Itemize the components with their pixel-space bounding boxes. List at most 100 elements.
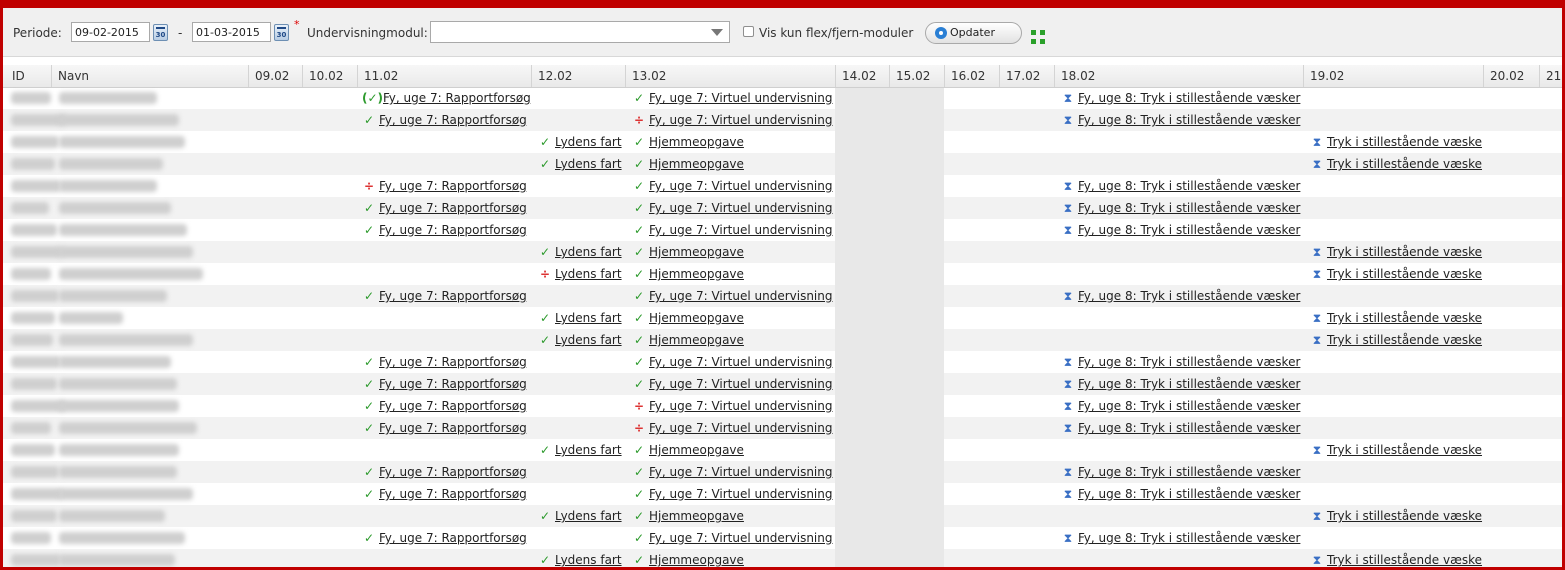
lesson-link[interactable]: Fy, uge 7: Rapportforsøg (379, 531, 527, 545)
lesson-link[interactable]: Lydens fart (555, 443, 622, 457)
lesson-link[interactable]: Fy, uge 7: Rapportforsøg (383, 91, 531, 105)
lesson-link[interactable]: Fy, uge 7: Virtuel undervisning (649, 531, 833, 545)
lesson-cell: ✓ Fy, uge 7: Rapportforsøg (362, 417, 527, 439)
lesson-link[interactable]: Tryk i stillestående væske (1327, 553, 1482, 567)
lesson-link[interactable]: Fy, uge 7: Virtuel undervisning (649, 289, 833, 303)
column-header-d1302[interactable]: 13.02 (625, 65, 835, 87)
calendar-from-icon[interactable]: 30 (153, 24, 168, 41)
lesson-link[interactable]: Fy, uge 7: Virtuel undervisning (649, 201, 833, 215)
date-from-input[interactable] (71, 22, 150, 42)
lesson-link[interactable]: Fy, uge 8: Tryk i stillestående væsker (1078, 399, 1300, 413)
lesson-link[interactable]: Hjemmeopgave (649, 443, 744, 457)
lesson-link[interactable]: Fy, uge 7: Rapportforsøg (379, 465, 527, 479)
lesson-link[interactable]: Fy, uge 8: Tryk i stillestående væsker (1078, 421, 1300, 435)
lesson-link[interactable]: Fy, uge 7: Rapportforsøg (379, 179, 527, 193)
lesson-link[interactable]: Lydens fart (555, 135, 622, 149)
lesson-link[interactable]: Fy, uge 8: Tryk i stillestående væsker (1078, 355, 1300, 369)
lesson-link[interactable]: Fy, uge 7: Rapportforsøg (379, 487, 527, 501)
column-header-d1402[interactable]: 14.02 (835, 65, 889, 87)
lesson-link[interactable]: Hjemmeopgave (649, 311, 744, 325)
lesson-link[interactable]: Hjemmeopgave (649, 509, 744, 523)
lesson-link[interactable]: Fy, uge 7: Rapportforsøg (379, 223, 527, 237)
flex-only-label[interactable]: Vis kun flex/fjern-moduler (759, 26, 913, 40)
lesson-link[interactable]: Fy, uge 8: Tryk i stillestående væsker (1078, 179, 1300, 193)
lesson-link[interactable]: Hjemmeopgave (649, 333, 744, 347)
column-header-name[interactable]: Navn (51, 65, 248, 87)
lesson-link[interactable]: Tryk i stillestående væske (1327, 157, 1482, 171)
divide-icon: ÷ (363, 179, 375, 193)
column-header-d1102[interactable]: 11.02 (357, 65, 531, 87)
lesson-link[interactable]: Hjemmeopgave (649, 553, 744, 567)
lesson-link[interactable]: Fy, uge 8: Tryk i stillestående væsker (1078, 531, 1300, 545)
lesson-link[interactable]: Lydens fart (555, 157, 622, 171)
flex-only-checkbox[interactable] (743, 26, 754, 37)
collapse-arrows-icon[interactable] (1031, 30, 1045, 44)
lesson-link[interactable]: Tryk i stillestående væske (1327, 245, 1482, 259)
lesson-link[interactable]: Hjemmeopgave (649, 267, 744, 281)
column-header-d2102[interactable]: 21. (1539, 65, 1562, 87)
lesson-link[interactable]: Fy, uge 8: Tryk i stillestående væsker (1078, 487, 1300, 501)
column-header-d1202[interactable]: 12.02 (531, 65, 625, 87)
lesson-link[interactable]: Fy, uge 8: Tryk i stillestående væsker (1078, 377, 1300, 391)
lesson-link[interactable]: Lydens fart (555, 333, 622, 347)
lesson-link[interactable]: Fy, uge 7: Virtuel undervisning (649, 91, 833, 105)
lesson-link[interactable]: Fy, uge 7: Virtuel undervisning (649, 179, 833, 193)
lesson-cell: ⧗ Tryk i stillestående væske (1310, 307, 1482, 329)
column-header-d1702[interactable]: 17.02 (999, 65, 1054, 87)
lesson-link[interactable]: Tryk i stillestående væske (1327, 135, 1482, 149)
update-button[interactable]: Opdater (925, 22, 1022, 44)
lesson-link[interactable]: Fy, uge 8: Tryk i stillestående væsker (1078, 465, 1300, 479)
lesson-link[interactable]: Tryk i stillestående væske (1327, 311, 1482, 325)
student-id-redacted (11, 202, 49, 214)
lesson-link[interactable]: Tryk i stillestående væske (1327, 443, 1482, 457)
lesson-link[interactable]: Lydens fart (555, 245, 622, 259)
lesson-link[interactable]: Fy, uge 7: Rapportforsøg (379, 421, 527, 435)
lesson-link[interactable]: Fy, uge 7: Rapportforsøg (379, 113, 527, 127)
lesson-link[interactable]: Hjemmeopgave (649, 157, 744, 171)
lesson-link[interactable]: Fy, uge 8: Tryk i stillestående væsker (1078, 91, 1300, 105)
lesson-link[interactable]: Fy, uge 7: Rapportforsøg (379, 289, 527, 303)
lesson-link[interactable]: Tryk i stillestående væske (1327, 509, 1482, 523)
lesson-link[interactable]: Fy, uge 8: Tryk i stillestående væsker (1078, 289, 1300, 303)
lesson-link[interactable]: Fy, uge 8: Tryk i stillestående væsker (1078, 223, 1300, 237)
lesson-link[interactable]: Lydens fart (555, 267, 622, 281)
lesson-link[interactable]: Fy, uge 7: Rapportforsøg (379, 399, 527, 413)
column-header-d1602[interactable]: 16.02 (944, 65, 999, 87)
schedule-grid: ID Navn 09.02 10.02 11.02 12.02 13.02 14.02 15.0… (3, 65, 1562, 567)
module-select[interactable] (430, 21, 730, 43)
lesson-link[interactable]: Fy, uge 8: Tryk i stillestående væsker (1078, 201, 1300, 215)
column-header-d0902[interactable]: 09.02 (248, 65, 302, 87)
lesson-link[interactable]: Fy, uge 7: Virtuel undervisning (649, 377, 833, 391)
column-header-id[interactable]: ID (6, 65, 51, 87)
check-icon: ✓ (539, 553, 551, 567)
lesson-link[interactable]: Lydens fart (555, 509, 622, 523)
lesson-link[interactable]: Fy, uge 7: Virtuel undervisning (649, 399, 833, 413)
calendar-to-icon[interactable]: 30 (274, 24, 289, 41)
lesson-link[interactable]: Fy, uge 7: Rapportforsøg (379, 377, 527, 391)
lesson-link[interactable]: Fy, uge 7: Virtuel undervisning (649, 487, 833, 501)
lesson-link[interactable]: Tryk i stillestående væske (1327, 267, 1482, 281)
lesson-link[interactable]: Fy, uge 7: Virtuel undervisning (649, 421, 833, 435)
date-to-input[interactable] (192, 22, 271, 42)
column-header-d1002[interactable]: 10.02 (302, 65, 357, 87)
column-header-d1802[interactable]: 18.02 (1054, 65, 1303, 87)
lesson-link[interactable]: Fy, uge 7: Virtuel undervisning (649, 223, 833, 237)
lesson-link[interactable]: Fy, uge 7: Rapportforsøg (379, 201, 527, 215)
check-icon: ✓ (633, 465, 645, 479)
lesson-link[interactable]: Hjemmeopgave (649, 135, 744, 149)
lesson-cell: ✓ Fy, uge 7: Virtuel undervisning (632, 373, 833, 395)
lesson-link[interactable]: Fy, uge 7: Virtuel undervisning (649, 355, 833, 369)
column-header-d2002[interactable]: 20.02 (1483, 65, 1539, 87)
lesson-link[interactable]: Fy, uge 7: Virtuel undervisning (649, 465, 833, 479)
lesson-link[interactable]: Lydens fart (555, 311, 622, 325)
hourglass-icon: ⧗ (1063, 179, 1073, 193)
lesson-link[interactable]: Lydens fart (555, 553, 622, 567)
column-header-d1902[interactable]: 19.02 (1303, 65, 1483, 87)
lesson-link[interactable]: Tryk i stillestående væske (1327, 333, 1482, 347)
column-header-d1502[interactable]: 15.02 (889, 65, 944, 87)
table-row: ✓ Fy, uge 7: Rapportforsøg ÷ Fy, uge 7: Vir… (3, 109, 1562, 131)
lesson-link[interactable]: Fy, uge 8: Tryk i stillestående væsker (1078, 113, 1300, 127)
lesson-link[interactable]: Fy, uge 7: Rapportforsøg (379, 355, 527, 369)
lesson-link[interactable]: Fy, uge 7: Virtuel undervisning (649, 113, 833, 127)
lesson-link[interactable]: Hjemmeopgave (649, 245, 744, 259)
